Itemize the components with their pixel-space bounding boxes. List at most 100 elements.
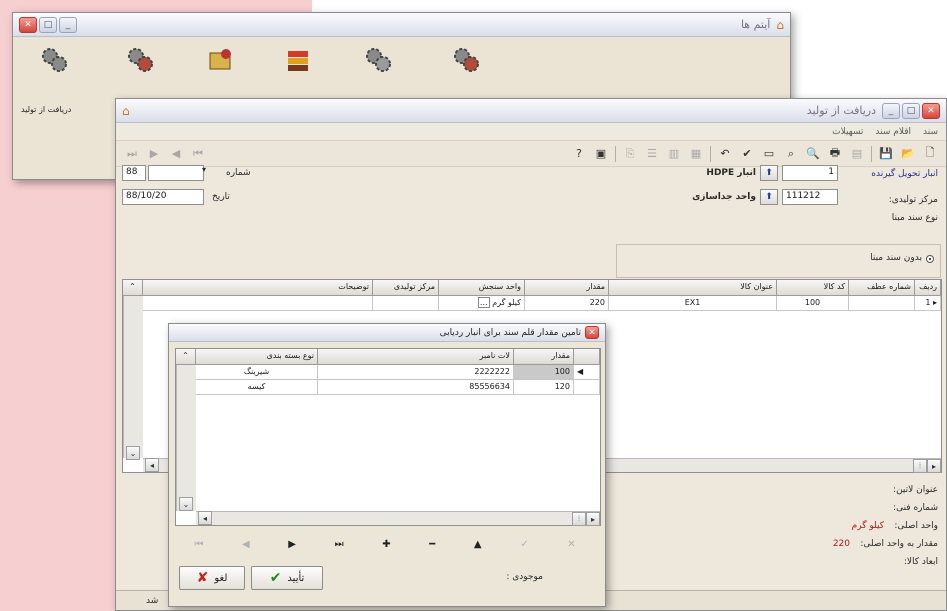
close-button[interactable]: ✕ (922, 102, 940, 119)
scroll-thumb[interactable]: ⦙ (913, 459, 927, 473)
column-header[interactable]: کد کالا (777, 280, 849, 296)
find-icon[interactable]: ⌕ (783, 146, 799, 162)
report-icon[interactable]: ▦ (688, 146, 704, 162)
base-doc-option[interactable]: بدون سند مبنا (870, 253, 922, 263)
next-record-icon[interactable]: ▶ (146, 146, 162, 162)
maximize-button[interactable]: □ (39, 16, 57, 33)
close-button[interactable]: ✕ (585, 326, 599, 339)
item-tile[interactable] (105, 45, 175, 78)
vertical-scrollbar[interactable]: ⌄ (123, 296, 143, 460)
first-record-icon[interactable]: ⏮ (194, 539, 203, 550)
add-record-icon[interactable]: ✚ (382, 539, 390, 550)
cell-qty[interactable]: 100 (514, 365, 574, 380)
column-header[interactable]: مقدار (525, 280, 609, 296)
number-field[interactable] (148, 165, 204, 181)
prev-record-icon[interactable]: ◀ (168, 146, 184, 162)
cell-pack[interactable]: شیرینگ (196, 365, 318, 380)
cell-desc[interactable] (143, 296, 373, 311)
cancel-edit-icon[interactable]: ✕ (567, 539, 575, 550)
item-tile[interactable] (185, 45, 255, 78)
copy-icon[interactable]: ⎘ (622, 146, 638, 162)
cell-center[interactable] (373, 296, 439, 311)
item-tile[interactable] (343, 45, 413, 78)
delete-record-icon[interactable]: ━ (429, 539, 435, 550)
cell-ref[interactable] (849, 296, 915, 311)
center-code-field[interactable]: 111212 (782, 189, 838, 205)
help-icon[interactable]: ? (571, 146, 587, 162)
first-record-icon[interactable]: ⏮ (190, 146, 206, 162)
ok-button[interactable]: تأیید ✔ (251, 566, 323, 590)
column-header[interactable]: واحد سنجش (439, 280, 525, 296)
scroll-down-button[interactable]: ⌄ (126, 446, 140, 460)
item-label[interactable]: دریافت از تولید (21, 105, 71, 114)
warehouse-pick-button[interactable]: ⬆ (760, 165, 778, 181)
save-icon[interactable]: 💾 (878, 146, 894, 162)
cell-lot[interactable]: 85556634 (318, 380, 514, 395)
cell-pack[interactable]: کیسه (196, 380, 318, 395)
print-setup-icon[interactable]: ▤ (849, 146, 865, 162)
undo-icon[interactable]: ↶ (717, 146, 733, 162)
scroll-right-button[interactable]: ▸ (586, 512, 600, 526)
scroll-left-button[interactable]: ◂ (198, 511, 212, 525)
horizontal-scrollbar[interactable]: ▸ ⦙ (196, 511, 600, 526)
approve-icon[interactable]: ✔ (739, 146, 755, 162)
post-edit-icon[interactable]: ✓ (520, 539, 528, 550)
column-header[interactable]: ردیف (915, 280, 941, 296)
base-doc-radio[interactable] (926, 255, 934, 263)
cell-unit[interactable]: کیلو گرم … (439, 296, 525, 311)
edit-record-icon[interactable]: ▲ (474, 539, 482, 550)
column-header[interactable]: توضیحات (143, 280, 373, 296)
open-folder-icon[interactable]: 📂 (900, 146, 916, 162)
cancel-button[interactable]: لغو ✘ (179, 566, 245, 590)
cell-index[interactable]: 1 ▸ (915, 296, 941, 311)
vertical-scrollbar[interactable]: ⌄ (176, 365, 196, 511)
scroll-left-button[interactable]: ◂ (145, 458, 159, 472)
column-header[interactable]: مقدار (514, 349, 574, 365)
filter-icon[interactable]: ▥ (666, 146, 682, 162)
cell-unit-text: کیلو گرم (492, 298, 521, 307)
sort-icon[interactable]: ☰ (644, 146, 660, 162)
warehouse-code-field[interactable]: 1 (782, 165, 838, 181)
minimize-button[interactable]: _ (882, 102, 900, 119)
last-record-icon[interactable]: ⏭ (335, 539, 344, 550)
scroll-up-button[interactable]: ⌃ (176, 349, 196, 365)
column-header[interactable]: شماره عطف (849, 280, 915, 296)
attach-icon[interactable]: ▭ (761, 146, 777, 162)
number-prefix-field[interactable]: 88 (122, 165, 146, 181)
dropdown-arrow-icon[interactable]: ▾ (202, 165, 206, 174)
column-header[interactable]: لات نامبر (318, 349, 514, 365)
menu-document[interactable]: سند (923, 127, 938, 137)
cell-code[interactable]: 100 (777, 296, 849, 311)
maximize-button[interactable]: □ (902, 102, 920, 119)
menu-document-items[interactable]: اقلام سند (875, 127, 911, 137)
toolbar-separator (710, 145, 711, 162)
center-pick-button[interactable]: ⬆ (760, 189, 778, 205)
preview-icon[interactable]: 🔍 (805, 146, 821, 162)
scroll-down-button[interactable]: ⌄ (179, 497, 193, 511)
menu-tools[interactable]: تسهیلات (832, 127, 863, 137)
minimize-button[interactable]: _ (59, 16, 77, 33)
scroll-thumb[interactable]: ⦙ (572, 512, 586, 526)
cell-title[interactable]: EX1 (609, 296, 777, 311)
cell-qty[interactable]: 220 (525, 296, 609, 311)
books-icon (288, 51, 308, 71)
scroll-right-button[interactable]: ▸ (927, 459, 941, 473)
column-header[interactable]: مرکز تولیدی (373, 280, 439, 296)
prev-record-icon[interactable]: ◀ (242, 539, 250, 550)
cell-lot[interactable]: 2222222 (318, 365, 514, 380)
column-header[interactable]: نوع بسته بندی (196, 349, 318, 365)
tools-icon[interactable]: ▣ (593, 146, 609, 162)
cell-qty[interactable]: 120 (514, 380, 574, 395)
item-tile[interactable] (263, 45, 333, 78)
item-tile[interactable] (431, 45, 501, 78)
next-record-icon[interactable]: ▶ (288, 539, 296, 550)
column-header[interactable]: عنوان کالا (609, 280, 777, 296)
new-document-icon[interactable]: 🗋 (922, 146, 938, 162)
scroll-up-button[interactable]: ⌃ (123, 280, 143, 296)
last-record-icon[interactable]: ⏭ (124, 146, 140, 162)
date-field[interactable]: 88/10/20 (122, 189, 204, 205)
item-tile[interactable] (19, 45, 89, 78)
print-icon[interactable]: 🖶 (827, 146, 843, 162)
ellipsis-button[interactable]: … (477, 297, 490, 308)
close-button[interactable]: ✕ (19, 16, 37, 33)
